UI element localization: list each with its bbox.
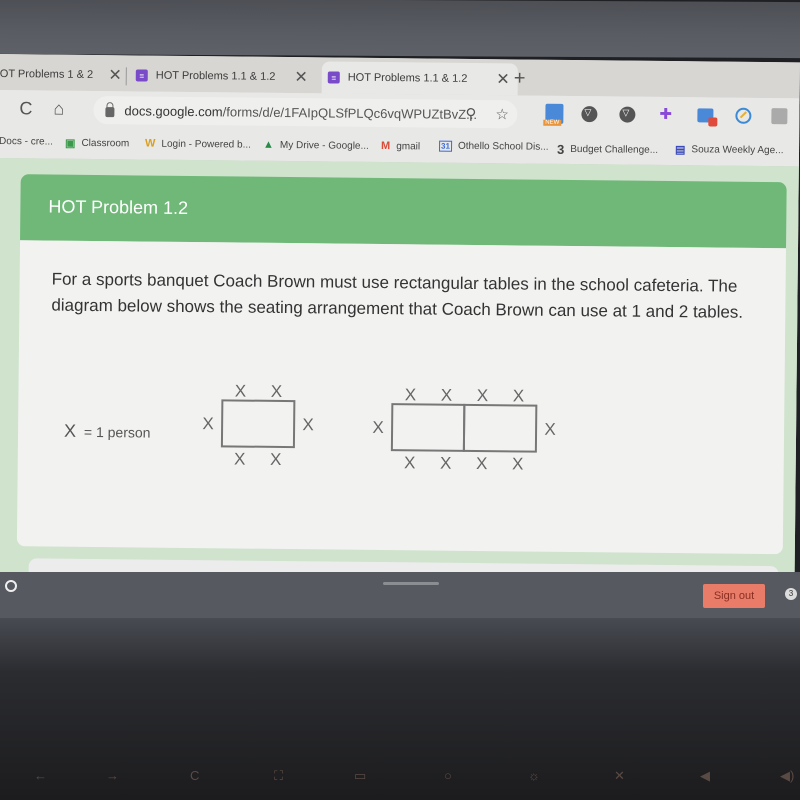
seat-mark-bottom: X: [234, 449, 246, 468]
launcher-icon[interactable]: [5, 580, 17, 592]
forms-icon: ≡: [327, 71, 340, 84]
bookmark-label: Othello School Dis...: [457, 140, 549, 153]
seat-mark-top: X: [477, 386, 489, 405]
address-bar[interactable]: docs.google.com/forms/d/e/1FAIpQLSfPLQc6…: [93, 95, 518, 129]
seat-mark-left: X: [202, 414, 214, 433]
back-key-icon: ←: [34, 768, 47, 783]
drive-icon: ▲: [263, 138, 275, 151]
forms-icon: ≡: [135, 69, 148, 82]
classroom-icon: ▣: [65, 137, 76, 150]
seat-mark-top: X: [441, 386, 453, 405]
cast-extension-icon[interactable]: [697, 108, 714, 123]
close-icon[interactable]: ✕: [496, 69, 510, 89]
tab-hot-problems-2-active[interactable]: ≡ HOT Problems 1.1 & 1.2 ✕: [321, 61, 518, 96]
seat-mark-right: X: [544, 420, 556, 439]
bookmark-souza[interactable]: ▤ Souza Weekly Age...: [675, 143, 784, 157]
tab-label: OT Problems 1 & 2: [0, 67, 94, 81]
bookmark-label: Souza Weekly Age...: [691, 144, 784, 157]
bookmark-label: My Drive - Google...: [279, 139, 369, 152]
bookmark-label: Budget Challenge...: [570, 143, 659, 156]
login-icon: W: [145, 137, 156, 150]
puzzle-extension-icon[interactable]: ✚: [659, 105, 675, 123]
seat-mark-left: X: [372, 418, 384, 437]
bookmark-gmail[interactable]: Mgmail: [381, 140, 420, 152]
seat-mark-bottom: X: [440, 454, 452, 473]
lock-icon: [105, 107, 115, 118]
bookmark-othello[interactable]: 31 Othello School Dis...: [439, 140, 549, 153]
bookmark-my-drive[interactable]: ▲ My Drive - Google...: [263, 139, 369, 152]
shield-extension-icon[interactable]: [619, 106, 636, 123]
bookmark-login[interactable]: W Login - Powered b...: [145, 138, 251, 151]
seat-mark-top: X: [513, 386, 525, 405]
calendar-icon: ▤: [674, 144, 686, 157]
budget-icon: 3: [556, 141, 565, 157]
zoom-icon[interactable]: ⚲: [465, 105, 476, 123]
url-text: docs.google.com/forms/d/e/1FAIpQLSfPLQc6…: [124, 102, 478, 122]
home-icon[interactable]: ⌂: [53, 99, 64, 120]
search-extension-icon[interactable]: [771, 108, 788, 125]
volume-up-key-icon: ◀): [780, 768, 795, 783]
table-rect: [390, 403, 466, 452]
keyboard-area: [0, 618, 800, 800]
chromeos-shelf: Sign out 3: [0, 572, 800, 618]
seat-mark-bottom: X: [476, 454, 488, 473]
tab-hot-problems-1[interactable]: ≡ HOT Problems 1.1 & 1.2 ✕: [135, 59, 316, 93]
bookmark-classroom[interactable]: ▣ Classroom: [65, 137, 129, 151]
form-page: HOT Problem 1.2 For a sports banquet Coa…: [0, 157, 800, 589]
reload-icon[interactable]: C: [19, 98, 32, 119]
question-card: For a sports banquet Coach Brown must us…: [16, 240, 787, 555]
volume-down-key-icon: ◀: [700, 768, 710, 783]
seat-mark-top: X: [405, 385, 417, 404]
seat-mark-top: X: [235, 381, 247, 400]
new-tab-button[interactable]: +: [514, 67, 526, 90]
brightness-up-key-icon: ☼: [528, 768, 540, 783]
tab-divider: [125, 67, 127, 86]
monitor-bezel: [0, 0, 800, 59]
tab-ot-problems[interactable]: OT Problems 1 & 2 ✕: [0, 58, 130, 91]
overview-key-icon: ▭: [354, 768, 367, 783]
seating-diagram: X XX XX XX X X XX X X XX X: [202, 381, 556, 473]
seat-mark-bottom: X: [512, 454, 524, 473]
bookmark-label: gmail: [396, 140, 421, 152]
refresh-key-icon: C: [190, 768, 200, 783]
bookmark-label: Classroom: [81, 137, 130, 150]
close-icon[interactable]: ✕: [108, 65, 122, 85]
seat-mark-bottom: X: [270, 450, 282, 469]
seat-mark-right: X: [302, 415, 314, 434]
gmail-icon: M: [380, 139, 391, 153]
notification-badge[interactable]: 3: [785, 588, 797, 600]
section-header: HOT Problem 1.2: [20, 174, 787, 249]
table-rect: [462, 403, 538, 453]
bookmark-label: Login - Powered b...: [161, 138, 252, 151]
star-icon[interactable]: ☆: [495, 105, 509, 123]
mute-key-icon: ✕: [614, 768, 625, 783]
seat-mark-top: X: [271, 382, 283, 401]
new-badge-extension-icon[interactable]: NEW: [543, 103, 564, 126]
shelf-handle[interactable]: [383, 582, 439, 585]
shield-extension-icon[interactable]: [581, 106, 598, 123]
forward-key-icon: →: [106, 768, 119, 783]
bookmark-budget-challenge[interactable]: 3 Budget Challenge...: [557, 142, 658, 158]
gauge-extension-icon[interactable]: [735, 107, 752, 124]
sign-out-button[interactable]: Sign out: [703, 584, 765, 608]
bookmark-label: Docs - cre...: [0, 135, 54, 148]
close-icon[interactable]: ✕: [294, 67, 308, 87]
browser-screen: OT Problems 1 & 2 ✕ ≡ HOT Problems 1.1 &…: [0, 54, 800, 589]
tab-label: HOT Problems 1.1 & 1.2: [155, 69, 276, 83]
table-rect: [220, 399, 296, 449]
section-title: HOT Problem 1.2: [48, 196, 189, 218]
bookmark-docs[interactable]: Docs - cre...: [0, 136, 53, 148]
fullscreen-key-icon: ⛶: [274, 768, 284, 783]
calendar-icon: 31: [439, 140, 453, 152]
brightness-down-key-icon: ○: [444, 768, 452, 783]
seat-mark-bottom: X: [404, 453, 416, 472]
tab-label: HOT Problems 1.1 & 1.2: [347, 71, 468, 85]
